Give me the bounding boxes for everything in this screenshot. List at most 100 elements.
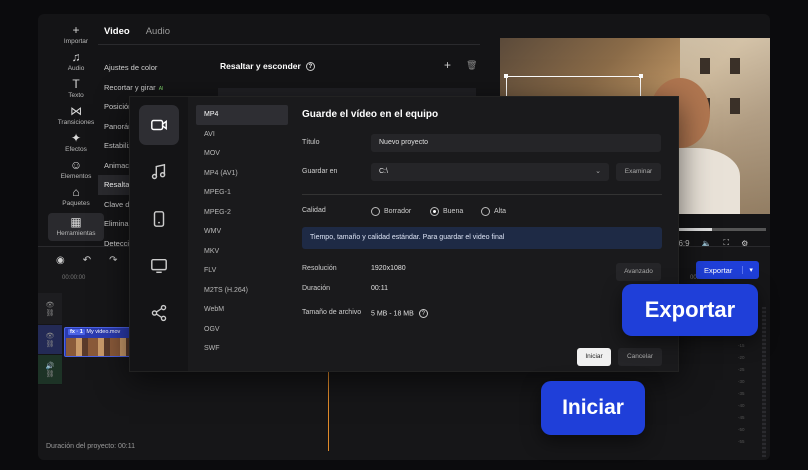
browse-button[interactable]: Examinar: [616, 163, 661, 181]
dialog-divider: [302, 194, 662, 195]
eye-icon: 👁: [45, 332, 55, 340]
format-item[interactable]: OGV: [196, 320, 288, 340]
export-dialog: MP4 AVI MOV MP4 (AV1) MPEG-1 MPEG-2 WMV …: [129, 96, 679, 372]
track-head-video[interactable]: 👁 ⛓: [38, 325, 62, 355]
ai-badge: AI: [158, 85, 164, 92]
music-icon: ♫: [71, 50, 81, 64]
add-icon[interactable]: +: [444, 58, 451, 72]
format-item[interactable]: SWF: [196, 339, 288, 359]
duration-value: 00:11: [371, 285, 388, 292]
format-item[interactable]: MPEG-1: [196, 183, 288, 203]
target-share-button[interactable]: [139, 293, 179, 333]
trash-icon[interactable]: 🗑: [466, 60, 477, 71]
export-button[interactable]: Exportar ▾: [696, 261, 759, 279]
phone-icon: [153, 211, 165, 227]
store-icon: ⌂: [72, 185, 80, 199]
tab-audio[interactable]: Audio: [146, 26, 170, 37]
grid-icon: ▦: [70, 215, 82, 229]
help-icon[interactable]: ?: [305, 62, 315, 72]
quality-label: Calidad: [302, 207, 326, 214]
redo-icon[interactable]: ↷: [109, 255, 117, 266]
eye-icon: 👁: [45, 301, 55, 309]
panel-heading: Resaltar y esconder?: [220, 61, 315, 72]
rail-import[interactable]: + Importar: [48, 24, 104, 46]
chevron-down-icon[interactable]: ▾: [742, 266, 759, 274]
duration-label: Duración: [302, 285, 331, 292]
format-item[interactable]: MOV: [196, 144, 288, 164]
rail-tools[interactable]: ▦ Herramientas: [48, 213, 104, 241]
preview-window: [730, 98, 740, 114]
export-callout: Exportar: [622, 284, 758, 336]
filesize-value: 5 MB - 18 MB?: [371, 309, 428, 318]
rail-effects[interactable]: ✦ Efectos: [48, 132, 104, 154]
resolution-label: Resolución: [302, 265, 337, 272]
text-icon: T: [72, 77, 80, 91]
title-label: Título: [302, 139, 320, 146]
format-item[interactable]: FLV: [196, 261, 288, 281]
plus-icon: +: [72, 23, 80, 37]
preview-scrubber[interactable]: [676, 228, 766, 231]
rail-text[interactable]: T Texto: [48, 78, 104, 100]
undo-icon[interactable]: ↶: [83, 255, 91, 266]
transition-icon: ⋈: [70, 104, 82, 118]
track-headers: 👁 ⛓ 👁 ⛓ 🔊 ⛓: [38, 293, 62, 385]
start-button[interactable]: Iniciar: [577, 348, 611, 366]
cancel-button[interactable]: Cancelar: [618, 348, 662, 366]
track-head-audio[interactable]: 🔊 ⛓: [38, 355, 62, 385]
rail-packs[interactable]: ⌂ Paquetes: [48, 186, 104, 208]
clip-name: My video.mov: [86, 329, 121, 335]
prop-item[interactable]: Ajustes de color: [98, 58, 180, 78]
prop-item-crop[interactable]: Recortar y girar AI: [98, 78, 180, 98]
ruler-start: 00:00:00: [62, 275, 86, 281]
project-duration: Duración del proyecto: 00:11: [46, 443, 135, 450]
preview-window: [730, 58, 740, 74]
monitor-icon: [151, 258, 167, 274]
share-icon: [151, 304, 167, 322]
save-location-label: Guardar en: [302, 168, 338, 175]
format-item[interactable]: MKV: [196, 242, 288, 262]
link-icon: ⛓: [45, 340, 55, 348]
rail-elements[interactable]: ☺ Elementos: [48, 159, 104, 181]
start-callout: Iniciar: [541, 381, 645, 435]
track-head-overlay[interactable]: 👁 ⛓: [38, 293, 62, 325]
music-note-icon: [151, 163, 166, 180]
target-video-button[interactable]: [139, 105, 179, 145]
target-mobile-button[interactable]: [139, 199, 179, 239]
export-target-sidebar: [130, 97, 188, 371]
speaker-icon: 🔊: [45, 362, 55, 370]
title-field[interactable]: Nuevo proyecto: [371, 134, 661, 152]
link-icon: ⛓: [45, 370, 55, 378]
filesize-label: Tamaño de archivo: [302, 309, 362, 316]
format-item-active[interactable]: MP4: [196, 105, 288, 125]
format-item[interactable]: AVI: [196, 125, 288, 145]
tab-video[interactable]: Video: [104, 26, 130, 37]
tool-rail: + Importar ♫ Audio T Texto ⋈ Transicione…: [48, 24, 104, 246]
resolution-value: 1920x1080: [371, 265, 406, 272]
rail-audio[interactable]: ♫ Audio: [48, 51, 104, 73]
sparkle-icon: ✦: [70, 131, 82, 145]
target-audio-button[interactable]: [139, 152, 179, 192]
video-clip[interactable]: fx · 1 My video.mov: [64, 327, 132, 357]
advanced-button[interactable]: Avanzado: [616, 263, 661, 281]
quality-info-banner: Tiempo, tamaño y calidad estándar. Para …: [302, 227, 662, 249]
format-item[interactable]: WebM: [196, 300, 288, 320]
quality-draft-radio[interactable]: Borrador: [371, 207, 411, 216]
timeline-toolbar: ◉ ↶ ↷: [56, 255, 118, 266]
quality-high-radio[interactable]: Alta: [481, 207, 506, 216]
format-item[interactable]: MP4 (AV1): [196, 164, 288, 184]
rail-transitions[interactable]: ⋈ Transiciones: [48, 105, 104, 127]
help-icon[interactable]: ?: [418, 309, 428, 318]
save-location-select[interactable]: C:\ ⌄: [371, 163, 609, 181]
chevron-down-icon: ⌄: [595, 168, 601, 175]
target-tv-button[interactable]: [139, 246, 179, 286]
format-item[interactable]: M2TS (H.264): [196, 281, 288, 301]
sticker-icon: ☺: [69, 158, 83, 172]
format-item[interactable]: WMV: [196, 222, 288, 242]
record-icon[interactable]: ◉: [56, 255, 65, 266]
link-icon: ⛓: [45, 309, 55, 317]
quality-good-radio[interactable]: Buena: [430, 207, 463, 216]
video-camera-icon: [151, 119, 167, 131]
format-item[interactable]: MPEG-2: [196, 203, 288, 223]
preview-window: [700, 58, 710, 74]
panel-divider: [98, 44, 480, 45]
